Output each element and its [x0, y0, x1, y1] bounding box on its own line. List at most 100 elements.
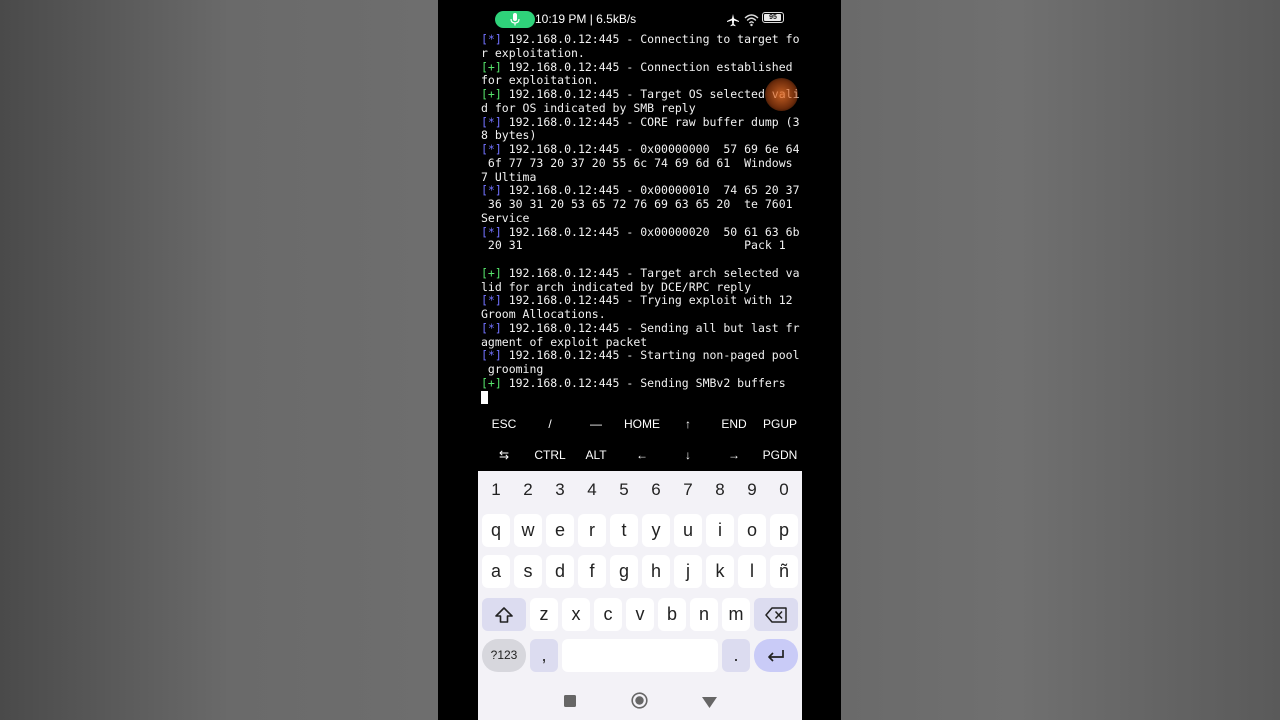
- letter-key[interactable]: i: [706, 514, 734, 547]
- letter-key[interactable]: c: [594, 598, 622, 631]
- period-key[interactable]: .: [722, 639, 750, 672]
- extra-key[interactable]: ←: [619, 440, 665, 470]
- battery-icon: 95: [762, 12, 784, 23]
- wifi-icon: [744, 12, 759, 31]
- extra-key[interactable]: HOME: [619, 409, 665, 439]
- letter-key[interactable]: o: [738, 514, 766, 547]
- letter-key[interactable]: v: [626, 598, 654, 631]
- terminal-line-text: 192.168.0.12:445 - 0x00000010 74 65 20 3…: [501, 183, 800, 198]
- terminal-line: [*] 192.168.0.12:445 - Starting non-page…: [481, 348, 811, 363]
- letter-key[interactable]: ñ: [770, 555, 798, 588]
- letter-key[interactable]: m: [722, 598, 750, 631]
- airplane-icon: [726, 12, 740, 31]
- backspace-key[interactable]: [754, 598, 798, 631]
- terminal-line: 6f 77 73 20 37 20 55 6c 74 69 6d 61 Wind…: [481, 156, 811, 171]
- number-key[interactable]: 1: [481, 477, 511, 503]
- terminal-line-text: 20 31 Pack 1: [481, 238, 786, 253]
- extra-key[interactable]: PGUP: [757, 409, 803, 439]
- letter-key[interactable]: x: [562, 598, 590, 631]
- letter-key[interactable]: n: [690, 598, 718, 631]
- extra-key[interactable]: /: [527, 409, 573, 439]
- home-button[interactable]: [631, 692, 648, 714]
- info-tag: [*]: [481, 32, 502, 46]
- status-bar: 10:19 PM | 6.5kB/s 95: [438, 8, 841, 30]
- letter-key[interactable]: j: [674, 555, 702, 588]
- terminal-line: [*] 192.168.0.12:445 - CORE raw buffer d…: [481, 114, 811, 130]
- letter-key[interactable]: g: [610, 555, 638, 588]
- letter-key[interactable]: e: [546, 514, 574, 547]
- letter-key[interactable]: l: [738, 555, 766, 588]
- info-tag: [*]: [481, 142, 502, 156]
- shift-key[interactable]: [482, 598, 526, 631]
- symbols-mode-key[interactable]: ?123: [482, 639, 526, 672]
- extra-key[interactable]: —: [573, 409, 619, 439]
- terminal-line-text: 8 bytes): [481, 128, 537, 143]
- terminal-line: [*] 192.168.0.12:445 - Sending all but l…: [481, 321, 811, 336]
- terminal-line-text: 192.168.0.12:445 - Target arch selected …: [501, 265, 800, 280]
- letter-key[interactable]: r: [578, 514, 606, 547]
- terminal-line-text: 192.168.0.12:445 - CORE raw buffer dump …: [501, 114, 800, 129]
- navigation-bar: [478, 683, 802, 720]
- extra-key[interactable]: PGDN: [757, 440, 803, 470]
- terminal-line-text: 7 Ultima: [481, 169, 537, 184]
- number-key[interactable]: 2: [513, 477, 543, 503]
- letter-key[interactable]: w: [514, 514, 542, 547]
- terminal-line: 36 30 31 20 53 65 72 76 69 63 65 20 te 7…: [481, 197, 811, 212]
- back-button[interactable]: [702, 695, 717, 713]
- info-tag: [*]: [481, 114, 502, 129]
- number-key[interactable]: 9: [737, 477, 767, 503]
- extra-key[interactable]: END: [711, 409, 757, 439]
- extra-key[interactable]: ↓: [665, 440, 711, 470]
- info-tag: [*]: [481, 183, 502, 198]
- letter-key[interactable]: a: [482, 555, 510, 588]
- terminal-line-text: 192.168.0.12:445 - Connecting to target …: [501, 32, 800, 46]
- recents-button[interactable]: [564, 694, 576, 712]
- number-key[interactable]: 3: [545, 477, 575, 503]
- extra-key[interactable]: ↑: [665, 409, 711, 439]
- number-key[interactable]: 8: [705, 477, 735, 503]
- terminal-line-text: Service: [481, 210, 530, 225]
- number-key[interactable]: 4: [577, 477, 607, 503]
- comma-key[interactable]: ,: [530, 639, 558, 672]
- letter-key[interactable]: d: [546, 555, 574, 588]
- space-bar[interactable]: [562, 639, 718, 672]
- terminal-line-text: 192.168.0.12:445 - Starting non-paged po…: [501, 348, 800, 363]
- letter-key[interactable]: s: [514, 555, 542, 588]
- terminal-line: [*] 192.168.0.12:445 - 0x00000020 50 61 …: [481, 224, 811, 240]
- extra-keys-bar: ESC / — HOME ↑ END PGUP ⇆ CTRL ALT ← ↓ → PGDN: [478, 409, 802, 471]
- terminal-line: [+] 192.168.0.12:445 - Connection establ…: [481, 60, 811, 75]
- letter-key[interactable]: b: [658, 598, 686, 631]
- letter-key[interactable]: q: [482, 514, 510, 547]
- extra-key[interactable]: ESC: [481, 409, 527, 439]
- extra-key[interactable]: ALT: [573, 440, 619, 470]
- terminal-output[interactable]: [*] 192.168.0.12:445 - Connecting to tar…: [481, 32, 811, 404]
- letter-key[interactable]: t: [610, 514, 638, 547]
- terminal-line-text: agment of exploit packet: [481, 334, 648, 349]
- letter-key[interactable]: p: [770, 514, 798, 547]
- letter-key[interactable]: h: [642, 555, 670, 588]
- letter-key[interactable]: z: [530, 598, 558, 631]
- background-right: [841, 0, 1280, 720]
- terminal-line-text: grooming: [481, 362, 544, 376]
- terminal-line-text: 192.168.0.12:445 - Sending SMBv2 buffers: [501, 375, 786, 390]
- terminal-line-text: r exploitation.: [481, 45, 585, 60]
- extra-key[interactable]: ⇆: [481, 440, 527, 470]
- soft-keyboard: 1234567890 qwertyuiop asdfghjklñ zxcvbnm…: [478, 471, 802, 720]
- terminal-line: d for OS indicated by SMB reply: [481, 101, 811, 116]
- number-key[interactable]: 5: [609, 477, 639, 503]
- extra-key[interactable]: CTRL: [527, 440, 573, 470]
- terminal-line: for exploitation.: [481, 73, 811, 88]
- extra-key[interactable]: →: [711, 440, 757, 470]
- letter-key[interactable]: f: [578, 555, 606, 588]
- number-key[interactable]: 6: [641, 477, 671, 503]
- letter-key[interactable]: u: [674, 514, 702, 547]
- letter-key[interactable]: y: [642, 514, 670, 547]
- letter-key[interactable]: k: [706, 555, 734, 588]
- number-key[interactable]: 7: [673, 477, 703, 503]
- enter-key[interactable]: [754, 639, 798, 672]
- number-key[interactable]: 0: [769, 477, 799, 503]
- terminal-line: lid for arch indicated by DCE/RPC reply: [481, 280, 811, 295]
- terminal-line-text: 192.168.0.12:445 - 0x00000020 50 61 63 6…: [501, 224, 800, 239]
- mic-active-indicator[interactable]: [495, 11, 535, 28]
